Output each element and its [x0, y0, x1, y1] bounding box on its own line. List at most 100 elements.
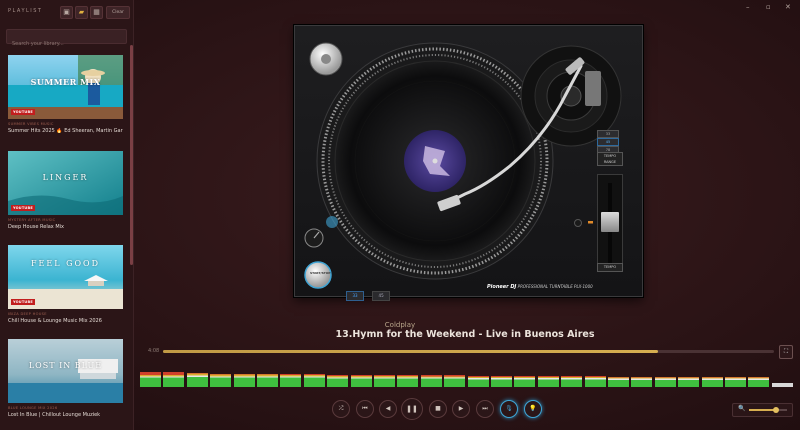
volume-handle[interactable]: [773, 407, 780, 413]
thumb-caption: SUMMER MIX: [30, 77, 101, 87]
playlist-item[interactable]: LINGER YOUTUBE MYSTERY AFTER MUSIC Deep …: [8, 151, 123, 230]
spectrum-bar: [608, 376, 629, 387]
rpm-33-tab[interactable]: 33: [346, 291, 364, 301]
spectrum-bar: [420, 375, 442, 387]
spectrum-bar: [233, 373, 255, 387]
playlist-item-subtitle: IBIZA DEEP HOUSE: [8, 312, 47, 316]
spectrum-bar: [210, 373, 232, 387]
speed-45-button[interactable]: 45: [597, 138, 619, 146]
spectrum-bar: [678, 376, 700, 387]
playlist-item[interactable]: LOST IN BLUE BLUE LOUNGE MIX 2026 Lost I…: [8, 339, 123, 418]
thumb-caption: LOST IN BLUE: [28, 361, 103, 370]
range-label: RANGE: [603, 160, 617, 164]
spectrum-bar: [327, 375, 349, 387]
youtube-badge: YOUTUBE: [11, 109, 35, 115]
time-label: 4:08: [148, 348, 160, 354]
close-icon[interactable]: ✕: [785, 3, 791, 11]
spectrum-visualizer: [140, 370, 797, 387]
pause-button[interactable]: ❚❚: [401, 398, 423, 420]
progress-fill: [163, 350, 658, 353]
playlist-item-name: Deep House Relax Mix: [8, 224, 65, 230]
search-box: [6, 29, 127, 51]
spectrum-bar: [514, 376, 536, 387]
volume-fill: [749, 409, 777, 411]
track-title: 13.Hymn for the Weekend - Live in Buenos…: [335, 329, 595, 340]
speed-33-button[interactable]: 33: [597, 130, 619, 138]
spectrum-bar: [444, 375, 466, 387]
playlist-item-subtitle: SUMMER VIBES MUSIC: [8, 122, 54, 126]
spectrum-bar: [771, 383, 793, 387]
spectrum-bar: [350, 375, 372, 387]
progress-bar[interactable]: [163, 350, 774, 353]
shuffle-button[interactable]: ⤮: [332, 400, 350, 418]
playlist-sidebar: PLAYLIST ▣ ▰ ▦ Clear Search your library…: [0, 0, 134, 430]
search-input[interactable]: [7, 37, 126, 51]
spectrum-bar: [140, 372, 161, 387]
turntable-deck: START/STOP 33 45 78 TEMPO RANGE TEMPO 33…: [294, 25, 643, 301]
spectrum-bar: [561, 376, 583, 387]
mic-button[interactable]: 🎙: [500, 400, 518, 418]
zoom-icon: 🔍: [738, 405, 746, 412]
playlist-thumbnail: LOST IN BLUE: [8, 339, 123, 403]
playlist-item-subtitle: MYSTERY AFTER MUSIC: [8, 218, 56, 222]
spectrum-bar: [186, 372, 208, 387]
clear-button[interactable]: Clear: [106, 6, 130, 19]
spectrum-bar: [467, 376, 489, 387]
playlist-item-name: Lost In Blue | Chillout Lounge Muziek: [8, 412, 101, 418]
previous-button[interactable]: ◀: [379, 400, 397, 418]
first-track-button[interactable]: ⏮: [356, 400, 374, 418]
spectrum-bar: [631, 376, 653, 387]
spectrum-bar: [374, 375, 395, 387]
stop-button[interactable]: ■: [429, 400, 447, 418]
playlist-item[interactable]: FEEL GOOD YOUTUBE IBIZA DEEP HOUSE Chill…: [8, 245, 123, 324]
spectrum-bar: [491, 376, 512, 387]
spectrum-bar: [725, 376, 746, 387]
sidebar-header: PLAYLIST ▣ ▰ ▦ Clear: [8, 6, 130, 20]
brand-name: Pioneer DJ: [487, 284, 517, 290]
playlist-item[interactable]: SUMMER MIX YOUTUBE SUMMER VIBES MUSIC Su…: [8, 55, 123, 134]
fullscreen-icon[interactable]: ⛶: [779, 345, 793, 359]
pitch-slider[interactable]: [597, 174, 623, 271]
last-track-button[interactable]: ⏭: [476, 400, 494, 418]
deck-speed-tabs: 33 45: [346, 282, 393, 301]
playlist-item-subtitle: BLUE LOUNGE MIX 2026: [8, 406, 58, 410]
start-stop-button[interactable]: START/STOP: [310, 271, 331, 275]
turntable-graphic: [304, 42, 622, 289]
playlist-thumbnail: LINGER YOUTUBE: [8, 151, 123, 215]
artist-name: Coldplay: [384, 321, 416, 329]
rpm-45-tab[interactable]: 45: [372, 291, 391, 301]
sidebar-scrollbar[interactable]: [130, 45, 133, 265]
save-icon[interactable]: ▣: [60, 6, 73, 19]
lostinblue-thumb-image: [8, 339, 123, 403]
brand-label: Pioneer DJ PROFESSIONAL TURNTABLE PLX-10…: [487, 284, 593, 290]
light-button[interactable]: 💡: [524, 400, 542, 418]
tempo-range-button[interactable]: TEMPO RANGE: [597, 152, 623, 166]
app-window: PLAYLIST ▣ ▰ ▦ Clear Search your library…: [0, 0, 800, 430]
maximize-icon[interactable]: ▫: [766, 3, 771, 11]
playlist-thumbnail: FEEL GOOD YOUTUBE: [8, 245, 123, 309]
spectrum-bar: [303, 374, 325, 387]
spectrum-bar: [584, 376, 606, 387]
youtube-badge: YOUTUBE: [11, 299, 35, 305]
spectrum-bar: [280, 374, 302, 387]
volume-control: 🔍: [732, 403, 793, 417]
youtube-badge: YOUTUBE: [11, 205, 35, 211]
volume-slider[interactable]: [749, 407, 787, 413]
tempo-bottom-label: TEMPO: [597, 263, 623, 272]
minimize-icon[interactable]: –: [746, 3, 750, 11]
spectrum-bar: [537, 376, 559, 387]
image-icon[interactable]: ▦: [90, 6, 103, 19]
spectrum-bar: [701, 376, 723, 387]
next-button[interactable]: ▶: [452, 400, 470, 418]
playlist-thumbnail: SUMMER MIX YOUTUBE: [8, 55, 123, 119]
brand-model: PROFESSIONAL TURNTABLE PLX-1000: [517, 284, 593, 289]
spectrum-bar: [654, 376, 676, 387]
spectrum-bar: [748, 376, 770, 387]
pitch-handle[interactable]: [601, 212, 619, 232]
spectrum-bar: [163, 372, 185, 387]
spectrum-bar: [397, 375, 419, 387]
sidebar-title: PLAYLIST: [8, 8, 43, 14]
folder-icon[interactable]: ▰: [75, 6, 88, 19]
thumb-caption: LINGER: [42, 173, 89, 182]
thumb-caption: FEEL GOOD: [30, 259, 100, 268]
